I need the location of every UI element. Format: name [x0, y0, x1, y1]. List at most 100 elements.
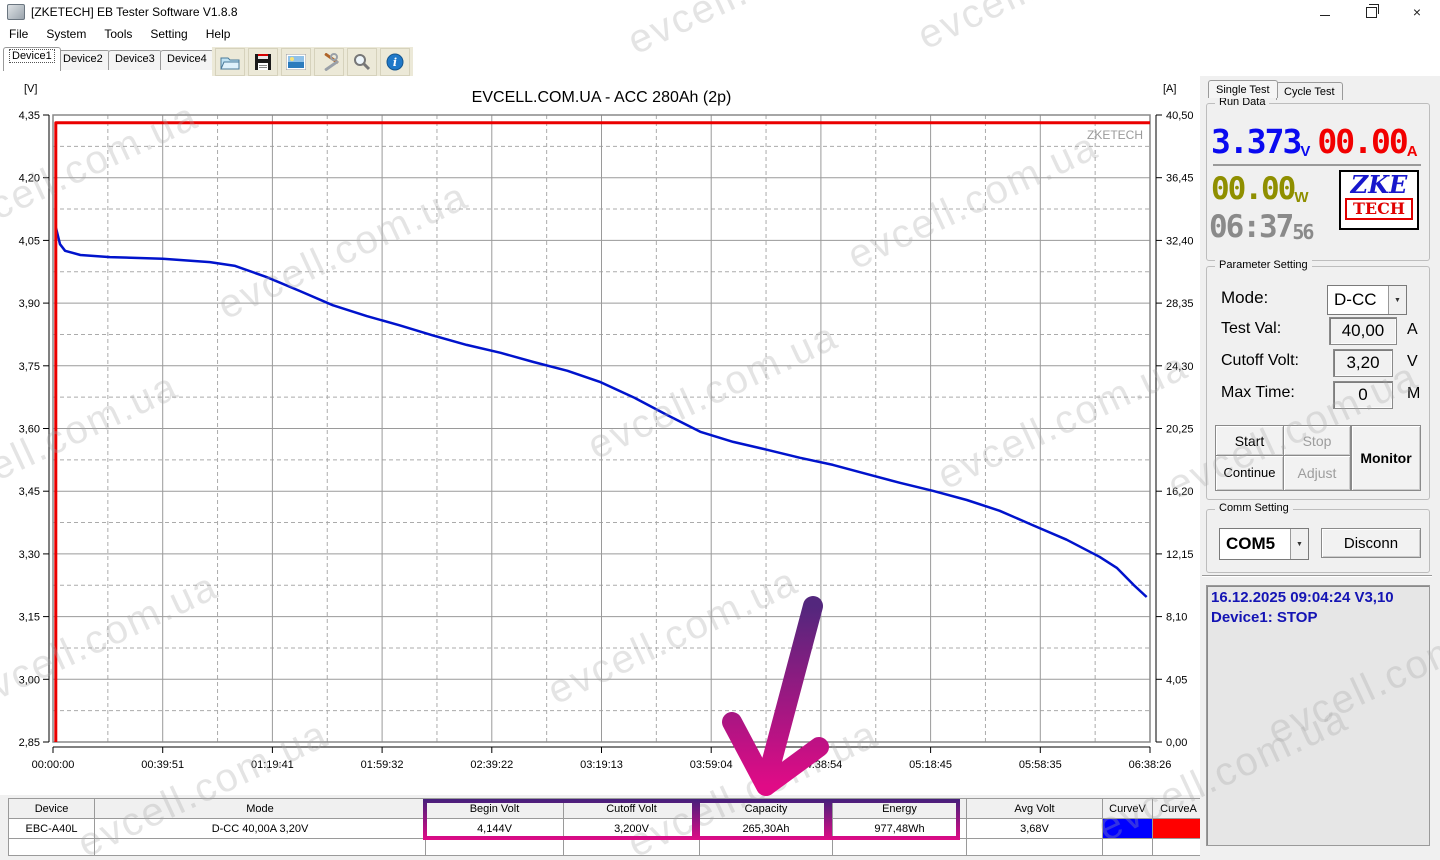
- right-axis-tick-label: 20,25: [1166, 424, 1194, 436]
- right-axis-tick-label: 12,15: [1166, 549, 1194, 561]
- menu-system[interactable]: System: [37, 27, 95, 41]
- column-header: Mode: [95, 799, 426, 819]
- discharge-chart: 4,354,204,053,903,753,603,453,303,153,00…: [0, 76, 1200, 798]
- right-axis-tick-label: 24,30: [1166, 361, 1194, 373]
- tab-single-test[interactable]: Single Test: [1208, 80, 1278, 98]
- elapsed-time-display: 06:37: [1209, 210, 1292, 244]
- run-data-row2: 00.00 W: [1211, 168, 1335, 206]
- menu-help[interactable]: Help: [197, 27, 240, 41]
- max-time-input[interactable]: 0: [1333, 381, 1393, 409]
- empty-cell: [95, 839, 426, 856]
- menu-tools[interactable]: Tools: [95, 27, 141, 41]
- column-header: Avg Volt: [967, 799, 1103, 819]
- result-cell: D-CC 40,00A 3,20V: [95, 819, 426, 839]
- right-axis-tick-label: 16,20: [1166, 486, 1194, 498]
- device-tab-row: Device1 Device2 Device3 Device4 i: [0, 44, 1440, 77]
- column-header: Cutoff Volt: [564, 799, 700, 819]
- max-time-unit: M: [1407, 385, 1420, 403]
- test-val-input[interactable]: 40,00: [1329, 317, 1397, 345]
- left-axis-tick-label: 3,90: [19, 298, 40, 310]
- x-axis-tick-label: 01:59:32: [361, 759, 404, 771]
- empty-cell: [1103, 839, 1153, 856]
- image-icon: [286, 54, 306, 70]
- status-log: 16.12.2025 09:04:24 V3,10 Device1: STOP: [1206, 585, 1430, 846]
- empty-cell: [967, 839, 1103, 856]
- column-header: Device: [9, 799, 95, 819]
- mode-label: Mode:: [1221, 288, 1268, 308]
- result-cell: [1103, 819, 1153, 839]
- right-axis-tick-label: 40,50: [1166, 110, 1194, 122]
- tab-device1[interactable]: Device1: [3, 47, 61, 71]
- mode-value: D-CC: [1328, 290, 1388, 310]
- monitor-button[interactable]: Monitor: [1351, 425, 1421, 491]
- empty-cell: [426, 839, 564, 856]
- app-icon: [7, 4, 25, 20]
- com-port-combo[interactable]: COM5 ▼: [1219, 528, 1309, 560]
- left-axis-tick-label: 3,45: [19, 486, 40, 498]
- left-axis-tick-label: 3,00: [19, 674, 40, 686]
- x-axis-tick-label: 00:00:00: [32, 759, 75, 771]
- restore-button[interactable]: [1348, 0, 1394, 24]
- open-folder-button[interactable]: [215, 48, 245, 76]
- settings-tools-button[interactable]: [314, 48, 344, 76]
- window-title: [ZKETECH] EB Tester Software V1.8.8: [31, 5, 238, 19]
- minimize-button[interactable]: [1302, 0, 1348, 24]
- left-axis-tick-label: 4,35: [19, 110, 40, 122]
- x-axis-tick-label: 00:39:51: [141, 759, 184, 771]
- disconnect-button[interactable]: Disconn: [1321, 528, 1421, 558]
- left-axis-unit: [V]: [24, 83, 37, 95]
- brand-watermark: ZKETECH: [1087, 128, 1143, 142]
- chevron-down-icon[interactable]: ▼: [1290, 529, 1308, 559]
- column-header: Begin Volt: [426, 799, 564, 819]
- test-val-label: Test Val:: [1221, 320, 1281, 338]
- cutoff-volt-label: Cutoff Volt:: [1221, 352, 1299, 370]
- cutoff-volt-input[interactable]: 3,20: [1333, 349, 1393, 377]
- elapsed-seconds-display: 56: [1292, 220, 1312, 244]
- left-axis-tick-label: 4,20: [19, 173, 40, 185]
- close-button[interactable]: ×: [1394, 0, 1440, 24]
- log-line: 16.12.2025 09:04:24 V3,10: [1211, 588, 1429, 608]
- result-cell: [1153, 819, 1205, 839]
- tab-device4[interactable]: Device4: [160, 50, 214, 70]
- results-table: DeviceModeBegin VoltCutoff VoltCapacityE…: [8, 798, 1205, 856]
- chevron-down-icon[interactable]: ▼: [1388, 286, 1406, 314]
- empty-cell: [1153, 839, 1205, 856]
- continue-button[interactable]: Continue: [1215, 455, 1284, 491]
- zoom-button[interactable]: [347, 48, 377, 76]
- stop-button[interactable]: Stop: [1283, 425, 1351, 456]
- right-axis-tick-label: 4,05: [1166, 674, 1187, 686]
- adjust-button[interactable]: Adjust: [1283, 455, 1351, 491]
- parameter-setting-label: Parameter Setting: [1215, 259, 1312, 271]
- mode-combo[interactable]: D-CC ▼: [1327, 285, 1407, 315]
- save-icon: [254, 53, 272, 71]
- tab-cycle-test[interactable]: Cycle Test: [1276, 82, 1343, 100]
- panel-separator: [1202, 575, 1432, 577]
- start-button[interactable]: Start: [1215, 425, 1284, 456]
- column-header: Capacity: [700, 799, 833, 819]
- x-axis-tick-label: 02:39:22: [470, 759, 513, 771]
- tools-icon: [319, 53, 339, 71]
- right-axis-tick-label: 0,00: [1166, 737, 1187, 749]
- left-axis-tick-label: 4,05: [19, 235, 40, 247]
- tab-device3[interactable]: Device3: [108, 50, 162, 70]
- toolbar: i: [212, 47, 413, 77]
- left-axis-tick-label: 2,85: [19, 737, 40, 749]
- empty-cell: [833, 839, 967, 856]
- left-axis-tick-label: 3,75: [19, 361, 40, 373]
- title-bar: [ZKETECH] EB Tester Software V1.8.8 ×: [0, 0, 1440, 24]
- left-axis-tick-label: 3,30: [19, 549, 40, 561]
- result-cell: 4,144V: [426, 819, 564, 839]
- current-display: 00.00: [1317, 124, 1406, 160]
- tab-device2[interactable]: Device2: [56, 50, 110, 70]
- info-icon: i: [386, 53, 404, 71]
- column-header: Energy: [833, 799, 967, 819]
- export-image-button[interactable]: [281, 48, 311, 76]
- about-button[interactable]: i: [380, 48, 410, 76]
- comm-setting-group: Comm Setting COM5 ▼ Disconn: [1206, 509, 1430, 573]
- chart-area: 4,354,204,053,903,753,603,453,303,153,00…: [0, 76, 1200, 798]
- run-data-separator: [1213, 164, 1421, 166]
- menu-setting[interactable]: Setting: [141, 27, 196, 41]
- log-line: Device1: STOP: [1211, 608, 1429, 628]
- save-button[interactable]: [248, 48, 278, 76]
- menu-file[interactable]: File: [0, 27, 37, 41]
